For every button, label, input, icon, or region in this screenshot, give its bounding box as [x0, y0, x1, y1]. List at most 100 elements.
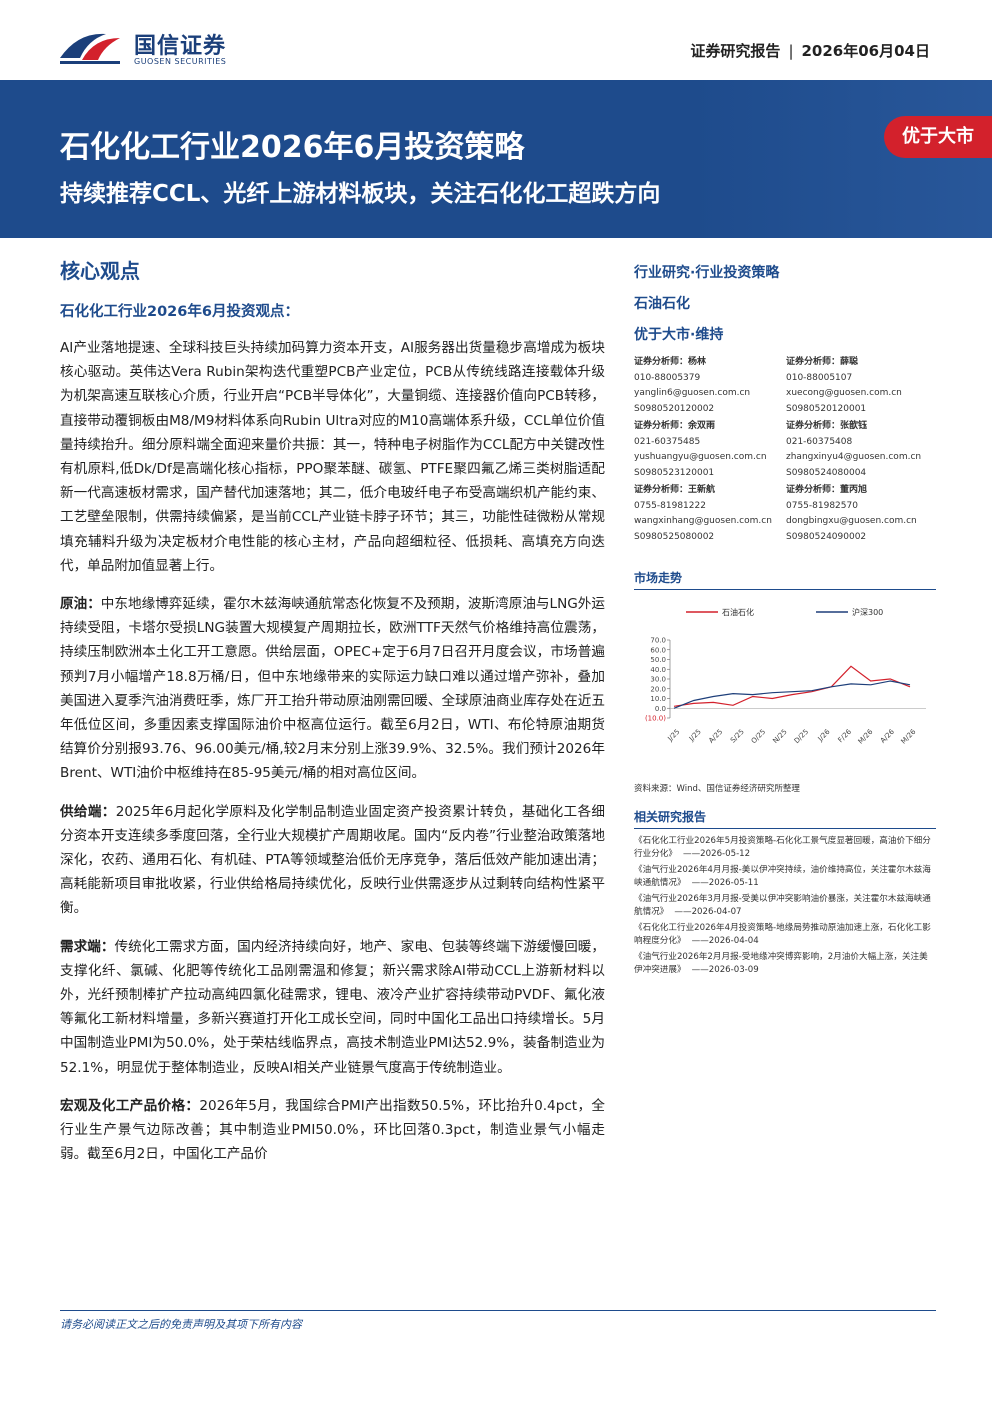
analyst-card: 证券分析师：董丙旭 0755-81982570 dongbingxu@guose… [786, 483, 936, 545]
related-report-date: ——2026-04-04 [691, 936, 759, 946]
sidebar: 行业研究·行业投资策略 石油石化 优于大市·维持 证券分析师：杨林 010-88… [634, 262, 936, 980]
analyst-phone: 021-60375408 [786, 436, 853, 447]
paragraph-demand: 需求端：传统化工需求方面，国内经济持续向好，地产、家电、包装等终端下游缓慢回暖，… [60, 935, 605, 1080]
legend-label: 石油石化 [722, 607, 754, 617]
analyst-email[interactable]: xuecong@guosen.com.cn [786, 386, 936, 402]
x-tick-label: O/25 [750, 728, 768, 746]
analyst-cert: S0980520120001 [786, 403, 867, 414]
analyst-email[interactable]: wangxinhang@guosen.com.cn [634, 514, 784, 530]
paragraph-lead: 宏观及化工产品价格： [60, 1097, 200, 1114]
meta-separator: | [788, 42, 794, 60]
chart-svg: 石油石化 沪深300 70.060.0 50.0 40.0 30.020.0 10.0 0.0… [645, 607, 926, 746]
related-report-date: ——2026-05-12 [682, 849, 751, 859]
series-line [673, 665, 911, 707]
report-date: 2026年06月04日 [801, 42, 931, 60]
legend-label: 沪深300 [852, 607, 883, 617]
analyst-card: 证券分析师：余双雨 021-60375485 yushuangyu@guosen… [634, 419, 784, 481]
analyst-card: 证券分析师：张歆钰 021-60375408 zhangxinyu4@guose… [786, 419, 936, 481]
x-tick-label: D/25 [793, 728, 810, 745]
page-header: 国信证券 GUOSEN SECURITIES 证券研究报告 | 2026年06月04… [0, 0, 992, 80]
analyst-phone: 010-88005379 [634, 372, 701, 383]
related-reports-list: 《石化化工行业2026年5月投资策略-石化化工景气度显著回暖，高油价下细分行业分… [634, 835, 936, 977]
x-tick-label: J/26 [816, 727, 832, 743]
paragraph-ai: AI产业落地提速、全球科技巨头持续加码算力资本开支，AI服务器出货量稳步高增成为… [60, 336, 605, 578]
y-tick-label: 40.0 [650, 666, 666, 674]
related-report-title: 《石化化工行业2026年5月投资策略-石化化工景气度显著回暖，高油价下细分行业分… [634, 836, 931, 859]
analyst-cert: S0980525080002 [634, 531, 715, 542]
related-report-item[interactable]: 《油气行业2026年4月月报-美以伊冲突持续，油价维持高位，关注霍尔木兹海峡通航… [634, 864, 936, 890]
y-tick-label: 30.0 [650, 676, 666, 684]
x-tick-label: M/26 [900, 727, 918, 745]
section-subheading: 石化化工行业2026年6月投资观点： [60, 304, 299, 320]
x-tick-label: M/26 [857, 727, 875, 745]
footer-disclaimer: 请务必阅读正文之后的免责声明及其项下所有内容 [60, 1318, 302, 1331]
paragraph-macro: 宏观及化工产品价格：2026年5月，我国综合PMI产出指数50.5%，环比抬升0… [60, 1094, 605, 1167]
analyst-card: 证券分析师：杨林 010-88005379 yanglin6@guosen.co… [634, 355, 784, 417]
x-tick-label: N/25 [771, 728, 788, 745]
y-tick-label: 50.0 [650, 656, 666, 664]
analyst-cert: S0980520120002 [634, 403, 715, 414]
report-meta: 证券研究报告 | 2026年06月04日 [690, 40, 930, 61]
paragraph-lead: 原油： [60, 596, 101, 613]
paragraph-text: 2025年6月起化学原料及化学制品制造业固定资产投资累计转负，基础化工各细分资本… [60, 803, 605, 917]
related-report-date: ——2026-04-07 [674, 907, 742, 917]
market-trend-heading: 市场走势 [634, 569, 936, 590]
y-tick-label: 70.0 [650, 637, 666, 645]
analyst-card: 证券分析师：薛聪 010-88005107 xuecong@guosen.com… [786, 355, 936, 417]
y-tick-label: (10.0) [645, 715, 666, 723]
paragraph-text: AI产业落地提速、全球科技巨头持续加码算力资本开支，AI服务器出货量稳步高增成为… [60, 340, 605, 574]
analyst-cert: S0980524090002 [786, 531, 867, 542]
analyst-name: 证券分析师：杨林 [634, 357, 707, 367]
x-tick-label: A/25 [707, 728, 724, 745]
paragraph-lead: 供给端： [60, 803, 116, 820]
analyst-card: 证券分析师：王新航 0755-81981222 wangxinhang@guos… [634, 483, 784, 545]
x-tick-label: J/25 [687, 728, 703, 744]
x-tick-label: A/26 [879, 727, 896, 744]
y-tick-label: 60.0 [650, 646, 666, 654]
related-report-item[interactable]: 《石化化工行业2026年5月投资策略-石化化工景气度显著回暖，高油价下细分行业分… [634, 835, 936, 861]
related-report-title: 《油气行业2026年4月月报-美以伊冲突持续，油价维持高位，关注霍尔木兹海峡通航… [634, 865, 931, 888]
related-report-item[interactable]: 《油气行业2026年3月月报-受美以伊冲突影响油价暴涨，关注霍尔木兹海峡通航情况… [634, 893, 936, 919]
x-tick-label: J/25 [666, 728, 682, 744]
paragraph-crude-oil: 原油：中东地缘博弈延续，霍尔木兹海峡通航常态化恢复不及预期，波斯湾原油与LNG外… [60, 592, 605, 786]
analyst-list: 证券分析师：杨林 010-88005379 yanglin6@guosen.co… [634, 355, 936, 555]
report-category: 行业研究·行业投资策略 [634, 265, 780, 281]
analyst-name: 证券分析师：薛聪 [786, 357, 859, 367]
banner-decoration [692, 80, 992, 238]
paragraph-text: 传统化工需求方面，国内经济持续向好，地产、家电、包装等终端下游缓慢回暖，支撑化纤… [60, 938, 606, 1076]
analyst-phone: 0755-81981222 [634, 500, 706, 511]
market-trend-chart: 石油石化 沪深300 70.0 60.0 50.0 40.0 30.0 20.0 10.0 0.0… [634, 598, 936, 778]
paragraph-supply: 供给端：2025年6月起化学原料及化学制品制造业固定资产投资累计转负，基础化工各… [60, 800, 605, 921]
report-title: 石化化工行业2026年6月投资策略 [60, 130, 525, 165]
related-report-item[interactable]: 《石化化工行业2026年4月投资策略-地缘局势推动原油加速上涨，石化化工影响程度… [634, 922, 936, 948]
rating-line: 优于大市·维持 [634, 327, 724, 343]
y-tick-label: 20.0 [650, 685, 666, 693]
analyst-phone: 010-88005107 [786, 372, 853, 383]
related-report-item[interactable]: 《油气行业2026年2月月报-受地缘冲突博弈影响，2月油价大幅上涨，关注美伊冲突… [634, 951, 936, 977]
y-tick-label: 0.0 [655, 705, 666, 713]
section-heading: 核心观点 [60, 259, 140, 283]
related-report-title: 《油气行业2026年2月月报-受地缘冲突博弈影响，2月油价大幅上涨，关注美伊冲突… [634, 952, 928, 975]
report-subtitle: 持续推荐CCL、光纤上游材料板块，关注石化化工超跌方向 [60, 181, 661, 207]
analyst-email[interactable]: yushuangyu@guosen.com.cn [634, 450, 784, 466]
paragraph-text: 中东地缘博弈延续，霍尔木兹海峡通航常态化恢复不及预期，波斯湾原油与LNG外运持续… [60, 596, 605, 782]
analyst-name: 证券分析师：董丙旭 [786, 485, 868, 495]
core-viewpoints: 核心观点 石化化工行业2026年6月投资观点： AI产业落地提速、全球科技巨头持… [60, 255, 605, 1181]
x-tick-label: F/26 [837, 727, 854, 744]
analyst-phone: 0755-81982570 [786, 500, 858, 511]
analyst-name: 证券分析师：余双雨 [634, 421, 716, 431]
y-tick-label: 10.0 [650, 695, 666, 703]
related-report-date: ——2026-05-11 [691, 878, 759, 888]
analyst-email[interactable]: zhangxinyu4@guosen.com.cn [786, 450, 936, 466]
analyst-name: 证券分析师：王新航 [634, 485, 716, 495]
related-report-title: 《石化化工行业2026年4月投资策略-地缘局势推动原油加速上涨，石化化工影响程度… [634, 923, 931, 946]
analyst-email[interactable]: yanglin6@guosen.com.cn [634, 386, 784, 402]
x-tick-label: S/25 [729, 728, 746, 745]
logo-text-en: GUOSEN SECURITIES [134, 57, 227, 66]
rating-badge: 优于大市 [884, 116, 992, 158]
analyst-phone: 021-60375485 [634, 436, 701, 447]
analyst-email[interactable]: dongbingxu@guosen.com.cn [786, 514, 936, 530]
paragraph-lead: 需求端： [60, 938, 115, 955]
logo-mark-icon [60, 33, 120, 64]
analyst-cert: S0980523120001 [634, 467, 715, 478]
